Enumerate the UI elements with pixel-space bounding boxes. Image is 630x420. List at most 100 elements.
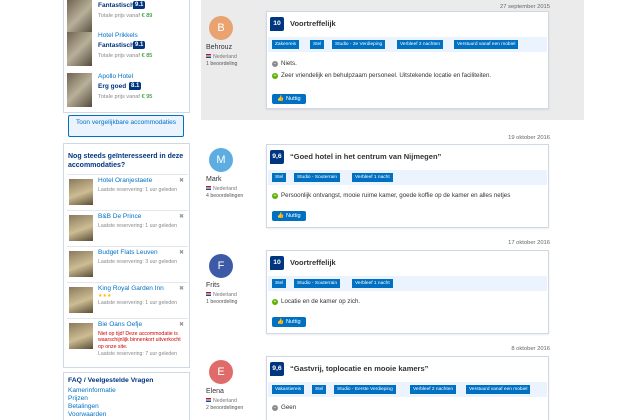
helpful-button[interactable]: 👍 Nuttig	[272, 211, 306, 221]
hotel-name-link[interactable]: B&B De Prince	[98, 213, 141, 220]
tag: Stel	[272, 279, 287, 288]
plus-icon: +	[272, 193, 278, 199]
list-item[interactable]: B&B De Prince Laatste reservering: 1 uur…	[67, 210, 188, 246]
helpful-button[interactable]: 👍 Nuttig	[272, 94, 306, 104]
close-icon[interactable]: ✖	[179, 177, 184, 184]
review-title: Voortreffelijk	[290, 258, 336, 267]
hotel-photo[interactable]	[69, 287, 93, 313]
helpful-button[interactable]: 👍 Nuttig	[272, 317, 306, 327]
last-booking-text: Laatste reservering: 1 uur geleden	[98, 187, 178, 193]
review-count: 4 beoordelingen	[206, 193, 244, 199]
sold-out-warning: Niet op tijd! Deze accommodatie is waars…	[98, 331, 181, 350]
hotel-name-link[interactable]: Bie Oans Oefje	[98, 321, 142, 328]
close-icon[interactable]: ✖	[179, 321, 184, 328]
thumbs-up-icon: 👍	[277, 96, 286, 102]
avatar: F	[209, 254, 233, 278]
country-text: Nederland	[213, 398, 237, 404]
review-date: 19 oktober 2016	[508, 135, 550, 141]
hotel-card[interactable]: Fantastisch 9.1 Totale prijs vanaf € 89	[67, 0, 187, 34]
hotel-photo[interactable]	[67, 73, 92, 107]
list-item[interactable]: Hotel Oranjestaete Laatste reservering: …	[67, 174, 188, 210]
page: Fantastisch 9.1 Totale prijs vanaf € 89 …	[0, 0, 630, 420]
positive-text: Zeer vriendelijk en behulpzaam personeel…	[281, 72, 492, 79]
close-icon[interactable]: ✖	[179, 213, 184, 220]
positive-text: Persoonlijk ontvangst, mooie ruime kamer…	[281, 192, 511, 199]
tag: Verstuurd vanaf een mobiel	[466, 385, 531, 394]
reviewer-country: Nederland	[206, 292, 237, 298]
helpful-label: Nuttig	[285, 213, 301, 219]
review-card: 10 Voortreffelijk Zakenreis Stel Studio …	[266, 11, 549, 109]
reviewer-name: Elena	[206, 388, 224, 395]
review-count: 1 beoordeling	[206, 61, 238, 67]
hotel-photo[interactable]	[67, 32, 92, 66]
country-text: Nederland	[213, 292, 237, 298]
review-card: 10 Voortreffelijk Stel Studio - Souterra…	[266, 250, 549, 334]
tag: Verbleef 1 nacht	[352, 173, 393, 182]
flag-icon	[206, 54, 211, 58]
positive-text: Locatie en de kamer op zich.	[281, 298, 361, 305]
faq-link[interactable]: Kamerinformatie	[68, 387, 116, 394]
hotel-photo[interactable]	[69, 323, 93, 349]
negative-line: − Geen	[272, 404, 296, 411]
negative-text: Geen	[281, 404, 297, 411]
tag: Verbleef 2 nachten	[410, 385, 457, 394]
flag-icon	[206, 292, 211, 296]
score-badge: 9.1	[133, 1, 146, 9]
flag-icon	[206, 186, 211, 190]
hotel-name-link[interactable]: Hotel Prikkels	[98, 32, 138, 39]
tag-bar: Stel Studio - Souterrain Verbleef 1 nach…	[268, 276, 547, 291]
flag-icon	[206, 398, 211, 402]
hotel-name-link[interactable]: King Royal Garden Inn	[98, 285, 164, 292]
tag-bar: Stel Studio - Souterrain Verbleef 1 nach…	[268, 170, 547, 185]
tag: Zakenreis	[272, 40, 300, 49]
tag: Stel	[312, 385, 327, 394]
hotel-name-link[interactable]: Hotel Oranjestaete	[98, 177, 152, 184]
price-text: Totale prijs vanaf € 85	[98, 53, 153, 59]
faq-link[interactable]: Betalingen	[68, 403, 99, 410]
hotel-photo[interactable]	[67, 0, 92, 34]
hotel-photo[interactable]	[69, 251, 93, 277]
sidebar: Fantastisch 9.1 Totale prijs vanaf € 89 …	[63, 0, 190, 420]
score-badge: 9,6	[270, 362, 284, 376]
hotel-card[interactable]: Hotel Prikkels Fantastisch 9.1 Totale pr…	[67, 32, 187, 66]
faq-link[interactable]: Voorwaarden	[68, 411, 106, 418]
positive-line: + Persoonlijk ontvangst, mooie ruime kame…	[272, 192, 510, 199]
score-label: Fantastisch	[98, 2, 135, 9]
tag-bar: Vakantiereis Stel Studio - Eerste Verdie…	[268, 382, 547, 397]
score-badge: 10	[270, 256, 284, 270]
faq-panel: FAQ / Veelgestelde Vragen Kamerinformati…	[63, 372, 190, 420]
reviewer-country: Nederland	[206, 398, 237, 404]
hotel-card[interactable]: Apollo Hotel Erg goed 8.1 Totale prijs v…	[67, 73, 187, 107]
score-label: Erg goed	[98, 83, 127, 90]
thumbs-up-icon: 👍	[277, 319, 286, 325]
compare-accommodations-button[interactable]: Toon vergelijkbare accommodaties	[68, 115, 184, 137]
recommended-hotels: Fantastisch 9.1 Totale prijs vanaf € 89 …	[63, 0, 190, 113]
tag: Studio - 2e Verdieping	[332, 40, 386, 49]
review-count: 1 beoordeling	[206, 299, 238, 305]
last-booking-text: Laatste reservering: 7 uur geleden	[98, 351, 178, 357]
tag: Verstuurd vanaf een mobiel	[454, 40, 519, 49]
hotel-photo[interactable]	[69, 179, 93, 205]
minus-icon: −	[272, 61, 278, 67]
price-text: Totale prijs vanaf € 95	[98, 94, 153, 100]
tag: Studio - Eerste Verdieping	[334, 385, 396, 394]
hotel-photo[interactable]	[69, 215, 93, 241]
tag: Verbleef 2 nachten	[397, 40, 444, 49]
hotel-name-link[interactable]: Apollo Hotel	[98, 73, 133, 80]
faq-heading: FAQ / Veelgestelde Vragen	[68, 377, 154, 384]
list-item[interactable]: King Royal Garden Inn ★★★ Laatste reserv…	[67, 282, 188, 318]
review-title: Voortreffelijk	[290, 19, 336, 28]
list-item[interactable]: Bie Oans Oefje Niet op tijd! Deze accomm…	[67, 318, 188, 368]
price-text: Totale prijs vanaf € 89	[98, 13, 153, 19]
tag-bar: Zakenreis Stel Studio - 2e Verdieping Ve…	[268, 37, 547, 52]
review-count: 2 beoordelingen	[206, 405, 244, 411]
hotel-name-link[interactable]: Budget Flats Leuven	[98, 249, 158, 256]
reviewer-country: Nederland	[206, 186, 237, 192]
list-item[interactable]: Budget Flats Leuven Laatste reservering:…	[67, 246, 188, 282]
tag: Verbleef 1 nacht	[352, 279, 393, 288]
reviewer-name: Frits	[206, 282, 220, 289]
faq-link[interactable]: Prijzen	[68, 395, 88, 402]
close-icon[interactable]: ✖	[179, 285, 184, 292]
helpful-label: Nuttig	[285, 96, 301, 102]
close-icon[interactable]: ✖	[179, 249, 184, 256]
